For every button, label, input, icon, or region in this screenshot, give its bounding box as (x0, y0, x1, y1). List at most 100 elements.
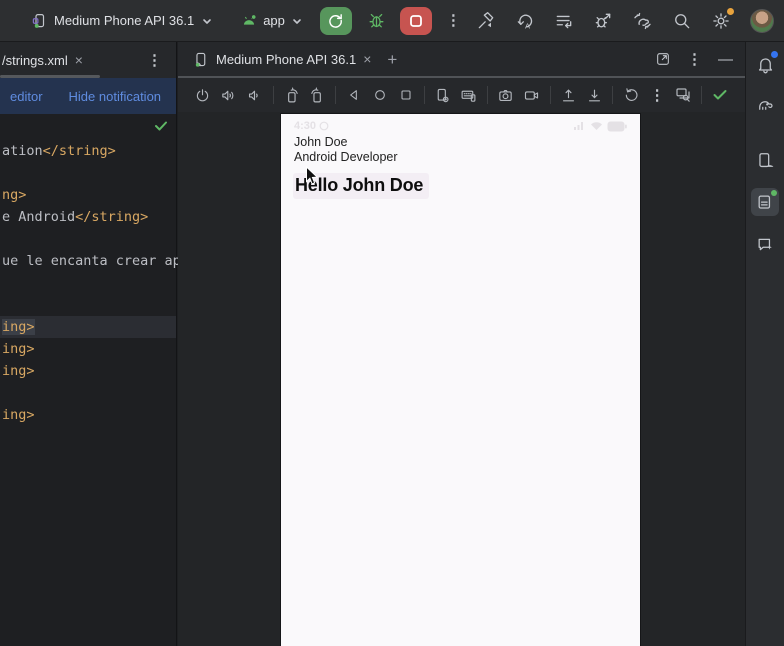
chevron-down-icon (292, 17, 302, 25)
home-button[interactable] (367, 82, 393, 108)
rerun-button[interactable] (320, 7, 352, 35)
volume-down-button[interactable] (242, 82, 268, 108)
signal-icon (573, 121, 586, 131)
code-line[interactable] (0, 272, 176, 294)
build-project-button[interactable] (476, 11, 496, 31)
add-device-tab-button[interactable]: + (387, 51, 397, 68)
code-token: ation (2, 143, 43, 159)
layout-inspector-button[interactable] (670, 82, 696, 108)
emulator-screen[interactable]: 4:30 John Doe Android Developer Hello Jo… (280, 113, 641, 646)
code-token: ng> (2, 187, 26, 203)
run-configuration-dropdown[interactable]: app (240, 13, 302, 29)
hide-panel-button[interactable]: — (718, 52, 733, 67)
device-running-badge (771, 190, 777, 196)
volume-up-button[interactable] (216, 82, 242, 108)
code-line[interactable] (0, 294, 176, 316)
editor-panel: /strings.xml × ⋮ editor Hide notificatio… (0, 42, 177, 646)
reset-snapshot-button[interactable] (618, 82, 644, 108)
status-right (573, 121, 627, 132)
wifi-icon (590, 121, 603, 131)
device-settings-button[interactable] (430, 82, 456, 108)
device-tab-label: Medium Phone API 36.1 (216, 52, 356, 67)
virtual-device-icon (192, 51, 209, 68)
toolbar-right-actions: A (476, 0, 774, 42)
panel-more-button[interactable]: ⋮ (687, 52, 702, 67)
device-tab-medium-phone[interactable]: Medium Phone API 36.1 × (178, 51, 371, 68)
search-everywhere-button[interactable] (672, 11, 692, 31)
rotate-left-button[interactable] (279, 82, 305, 108)
code-token: ing> (2, 319, 35, 335)
mouse-cursor (305, 166, 320, 186)
running-devices-button[interactable] (751, 188, 779, 216)
gemini-chat-button[interactable] (751, 230, 779, 258)
code-line[interactable]: ing> (0, 338, 176, 360)
rotate-right-button[interactable] (305, 82, 331, 108)
close-icon[interactable]: × (363, 52, 371, 66)
virtual-device-icon (30, 12, 48, 30)
tab-scrollbar-thumb[interactable] (0, 75, 100, 78)
debug-button[interactable] (364, 8, 390, 34)
code-token: ing> (2, 407, 35, 423)
device-manager-button[interactable] (751, 146, 779, 174)
code-token: ue le encanta crear apl (2, 253, 189, 269)
main-toolbar: Medium Phone API 36.1 app (0, 0, 784, 42)
editor-tab-label: /strings.xml (2, 53, 68, 68)
record-screen-button[interactable] (519, 82, 545, 108)
device-selector-dropdown[interactable]: Medium Phone API 36.1 (30, 12, 212, 30)
stop-button[interactable] (400, 7, 432, 35)
editor-tab-strings-xml[interactable]: /strings.xml × (0, 53, 83, 68)
install-download-button[interactable] (581, 82, 607, 108)
code-line[interactable]: ue le encanta crear apl (0, 250, 176, 272)
gradle-sync-button[interactable] (632, 11, 653, 31)
back-button[interactable] (341, 82, 367, 108)
code-token: </string> (75, 209, 148, 225)
code-line[interactable] (0, 382, 176, 404)
emulator-more-button[interactable]: ⋮ (644, 82, 670, 108)
attach-debugger-button[interactable] (593, 11, 613, 31)
toolbar-separator (424, 86, 425, 104)
toolbar-separator (550, 86, 551, 104)
translations-editor-link[interactable]: editor (10, 89, 43, 104)
close-icon[interactable]: × (75, 53, 83, 67)
share-upload-button[interactable] (556, 82, 582, 108)
status-time: 4:30 (294, 120, 316, 132)
notifications-button[interactable] (751, 50, 779, 78)
code-token: e Android (2, 209, 75, 225)
code-line[interactable]: ation</string> (0, 140, 176, 162)
toolbar-separator (612, 86, 613, 104)
toolbar-more-button[interactable]: ⋮ (446, 12, 461, 30)
code-line[interactable]: ing> (0, 316, 176, 338)
device-selector-label: Medium Phone API 36.1 (54, 13, 194, 28)
notification-badge (771, 51, 778, 58)
code-line[interactable]: ng> (0, 184, 176, 206)
power-button[interactable] (190, 82, 216, 108)
emulator-toolbar: ⋮ (178, 78, 745, 112)
toolbar-separator (335, 86, 336, 104)
hide-notification-link[interactable]: Hide notification (69, 89, 162, 104)
code-line[interactable]: ing> (0, 404, 176, 426)
editor-tab-more-button[interactable]: ⋮ (147, 53, 162, 68)
svg-text:A: A (525, 22, 530, 31)
code-line[interactable] (0, 162, 176, 184)
editor-tab-bar: /strings.xml × ⋮ (0, 42, 176, 78)
overview-button[interactable] (393, 82, 419, 108)
android-app-icon (240, 13, 258, 29)
screenshot-button[interactable] (493, 82, 519, 108)
gradle-tool-button[interactable] (751, 90, 779, 118)
code-line[interactable]: e Android</string> (0, 206, 176, 228)
run-with-list-button[interactable] (554, 11, 574, 31)
code-token: </string> (43, 143, 116, 159)
apply-code-changes-button[interactable]: A (515, 11, 535, 31)
more-vertical-icon: ⋮ (446, 12, 461, 29)
virtual-keyboard-button[interactable] (456, 82, 482, 108)
user-avatar[interactable] (750, 9, 774, 33)
code-token: ing> (2, 341, 35, 357)
code-line[interactable]: ing> (0, 360, 176, 382)
run-configuration-label: app (263, 13, 285, 28)
alarm-icon (319, 121, 329, 131)
settings-button[interactable] (711, 11, 731, 31)
code-line[interactable] (0, 228, 176, 250)
running-devices-panel: Medium Phone API 36.1 × + ⋮ — (178, 42, 745, 646)
open-in-new-window-button[interactable] (655, 51, 671, 67)
code-editor[interactable]: ation</string>ng>e Android</string>ue le… (0, 114, 176, 426)
